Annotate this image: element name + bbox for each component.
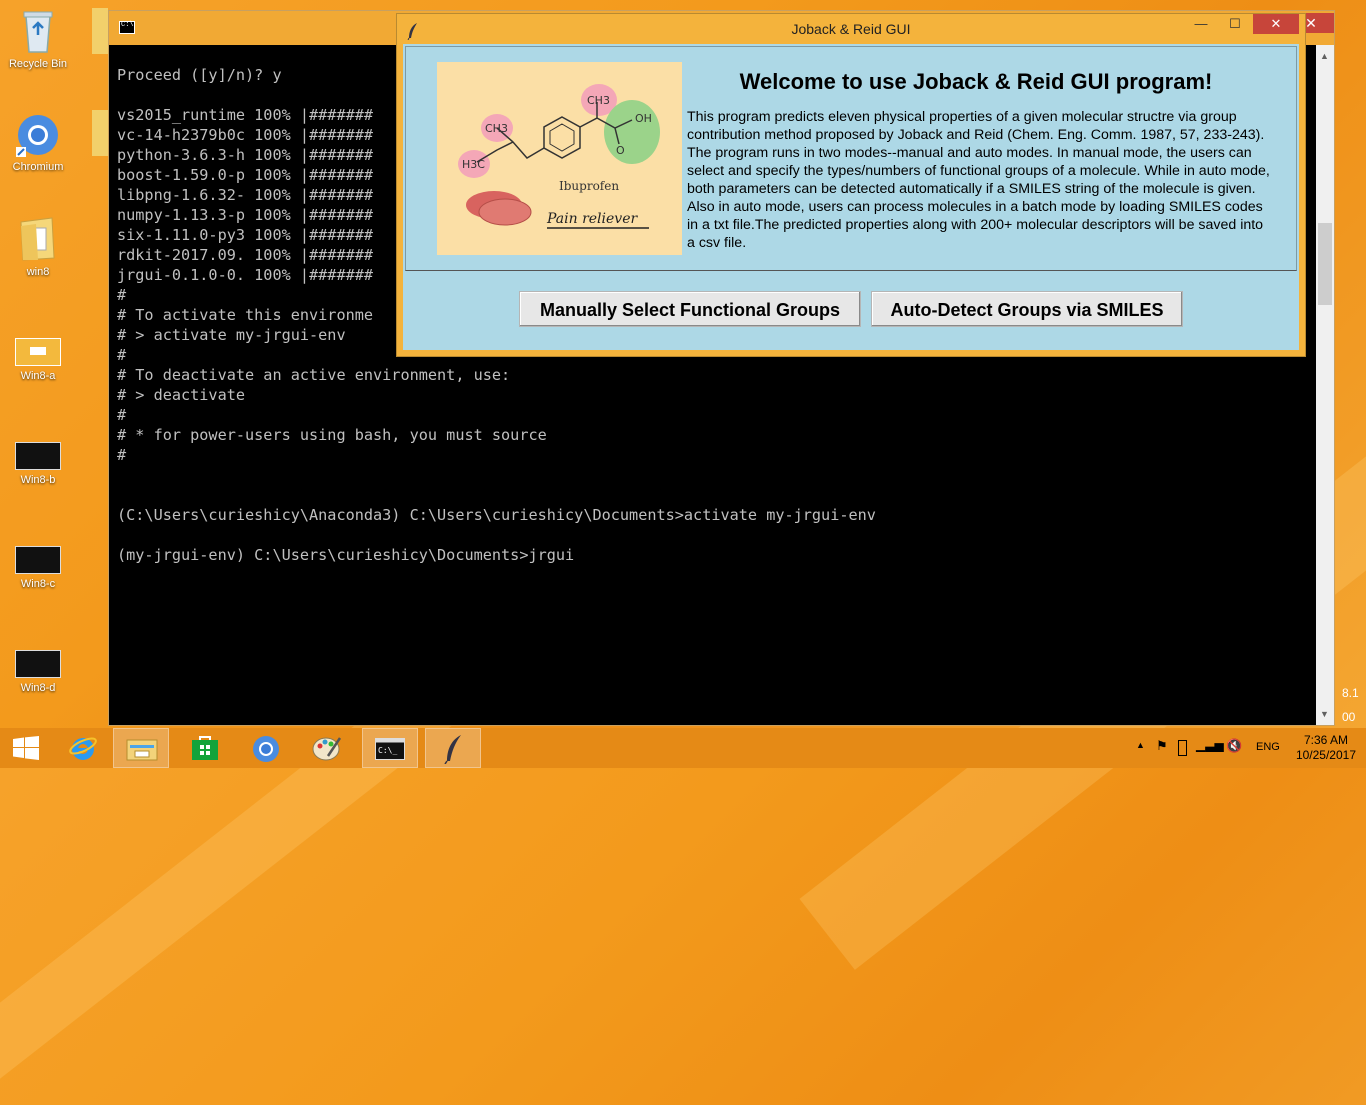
joback-reid-window[interactable]: Joback & Reid GUI — ☐ ✕ CH3 CH3 H3C OH O… bbox=[396, 13, 1306, 357]
manual-select-button[interactable]: Manually Select Functional Groups bbox=[519, 291, 861, 327]
ie-icon bbox=[68, 734, 98, 767]
feather-icon bbox=[444, 734, 464, 769]
thumbnail-icon bbox=[15, 650, 61, 678]
taskbar-ie[interactable] bbox=[56, 728, 112, 768]
desktop-icon-win8-d[interactable]: Win8-d bbox=[0, 650, 76, 694]
taskbar-file-explorer[interactable] bbox=[113, 728, 169, 768]
ch3-label: CH3 bbox=[587, 94, 610, 107]
pain-reliever-label: Pain reliever bbox=[546, 211, 638, 227]
program-description: This program predicts eleven physical pr… bbox=[687, 109, 1270, 251]
file-explorer-icon bbox=[126, 736, 158, 767]
folder-icon bbox=[18, 214, 58, 262]
network-icon[interactable]: ▁▃▅ bbox=[1196, 738, 1224, 752]
desktop-icon-win8-b[interactable]: Win8-b bbox=[0, 442, 76, 486]
gui-title: Joback & Reid GUI bbox=[791, 21, 911, 37]
console-line: (C:\Users\curieshicy\Anaconda3) C:\Users… bbox=[117, 506, 876, 524]
volume-muted-icon[interactable]: 🔇 bbox=[1226, 738, 1242, 754]
system-tray: ▲ ⚑ ▁▃▅ 🔇 ENG 7:36 AM 10/25/2017 bbox=[1126, 728, 1366, 768]
console-line: (my-jrgui-env) C:\Users\curieshicy\Docum… bbox=[117, 546, 575, 564]
thumbnail-icon bbox=[15, 338, 61, 366]
console-scrollbar[interactable]: ▲ ▼ bbox=[1316, 45, 1334, 725]
oh-label: OH bbox=[635, 112, 652, 125]
console-line: # * for power-users using bash, you must… bbox=[117, 426, 547, 444]
o-label: O bbox=[616, 144, 625, 157]
close-button[interactable]: ✕ bbox=[1253, 14, 1299, 34]
desktop-icon-partial-folder[interactable]: jr bbox=[88, 8, 108, 58]
gui-title-bar[interactable]: Joback & Reid GUI — ☐ ✕ bbox=[397, 14, 1305, 44]
desktop-icon-label: win8 bbox=[26, 266, 50, 278]
thumbnail-icon bbox=[15, 442, 61, 470]
gui-client-area: CH3 CH3 H3C OH O Ibuprofen Pain reliever… bbox=[403, 44, 1299, 350]
recycle-bin-icon bbox=[21, 8, 55, 54]
ch3-label-2: CH3 bbox=[485, 122, 508, 135]
welcome-heading: Welcome to use Joback & Reid GUI program… bbox=[739, 69, 1213, 94]
console-line: # To deactivate an active environment, u… bbox=[117, 366, 511, 384]
desktop-icon-win8[interactable]: win8 bbox=[0, 214, 76, 278]
desktop-icon-win8-c[interactable]: Win8-c bbox=[0, 546, 76, 590]
cmd-icon bbox=[119, 21, 135, 34]
desktop-icon-win8-a[interactable]: Win8-a bbox=[0, 338, 76, 382]
clock[interactable]: 7:36 AM 10/25/2017 bbox=[1296, 733, 1356, 763]
clock-time: 7:36 AM bbox=[1303, 733, 1348, 747]
taskbar: C:\_ ▲ ⚑ ▁▃▅ 🔇 ENG 7:36 AM 10/25/2017 bbox=[0, 728, 1366, 768]
ibuprofen-label: Ibuprofen bbox=[559, 179, 619, 193]
edge-text-2: 00 bbox=[1342, 710, 1356, 724]
desktop-icon-label: Win8-b bbox=[20, 474, 56, 486]
taskbar-cmd[interactable]: C:\_ bbox=[362, 728, 418, 768]
paint-icon bbox=[312, 734, 342, 767]
minimize-button[interactable]: — bbox=[1187, 14, 1215, 36]
language-indicator[interactable]: ENG bbox=[1256, 741, 1280, 753]
desktop-icon-recycle-bin[interactable]: Recycle Bin bbox=[0, 8, 76, 70]
desktop-icon-chromium[interactable]: Chromium bbox=[0, 113, 76, 173]
chrome-icon bbox=[252, 735, 280, 768]
auto-detect-button[interactable]: Auto-Detect Groups via SMILES bbox=[871, 291, 1183, 327]
taskbar-chrome[interactable] bbox=[238, 728, 294, 768]
desktop-icon-label: Win8-c bbox=[20, 578, 56, 590]
console-line: # bbox=[117, 406, 127, 424]
console-line: # > deactivate bbox=[117, 386, 246, 404]
chromium-icon bbox=[16, 113, 60, 157]
h3c-label: H3C bbox=[462, 158, 485, 171]
taskbar-jrgui[interactable] bbox=[425, 728, 481, 768]
cmd-icon: C:\_ bbox=[375, 738, 405, 765]
edge-text-1: 8.1 bbox=[1342, 686, 1359, 700]
taskbar-store[interactable] bbox=[177, 728, 233, 768]
scroll-down-icon[interactable]: ▼ bbox=[1320, 709, 1329, 719]
desktop-icon-label: Chromium bbox=[12, 161, 64, 173]
folder-icon bbox=[92, 8, 108, 54]
maximize-button[interactable]: ☐ bbox=[1221, 14, 1249, 36]
desktop-icon-partial-c[interactable]: C bbox=[88, 110, 108, 160]
console-line: # bbox=[117, 446, 127, 464]
windows-logo-icon bbox=[13, 736, 39, 765]
scroll-up-icon[interactable]: ▲ bbox=[1320, 51, 1329, 61]
scrollbar-thumb[interactable] bbox=[1318, 223, 1332, 305]
thumbnail-icon bbox=[15, 546, 61, 574]
desktop-icon-label: Win8-a bbox=[20, 370, 56, 382]
taskbar-paint[interactable] bbox=[299, 728, 355, 768]
start-button[interactable] bbox=[0, 728, 56, 768]
battery-icon[interactable] bbox=[1178, 740, 1187, 756]
chevron-up-icon[interactable]: ▲ bbox=[1136, 740, 1145, 750]
folder-icon bbox=[92, 110, 108, 156]
ibuprofen-image: CH3 CH3 H3C OH O Ibuprofen Pain reliever bbox=[437, 62, 682, 255]
desktop-icon-label: Win8-d bbox=[20, 682, 56, 694]
store-icon bbox=[191, 735, 219, 766]
svg-text:C:\_: C:\_ bbox=[378, 746, 397, 755]
welcome-panel: CH3 CH3 H3C OH O Ibuprofen Pain reliever… bbox=[405, 46, 1297, 271]
desktop-icon-label: Recycle Bin bbox=[8, 58, 68, 70]
flag-icon[interactable]: ⚑ bbox=[1156, 738, 1168, 754]
clock-date: 10/25/2017 bbox=[1295, 748, 1356, 762]
